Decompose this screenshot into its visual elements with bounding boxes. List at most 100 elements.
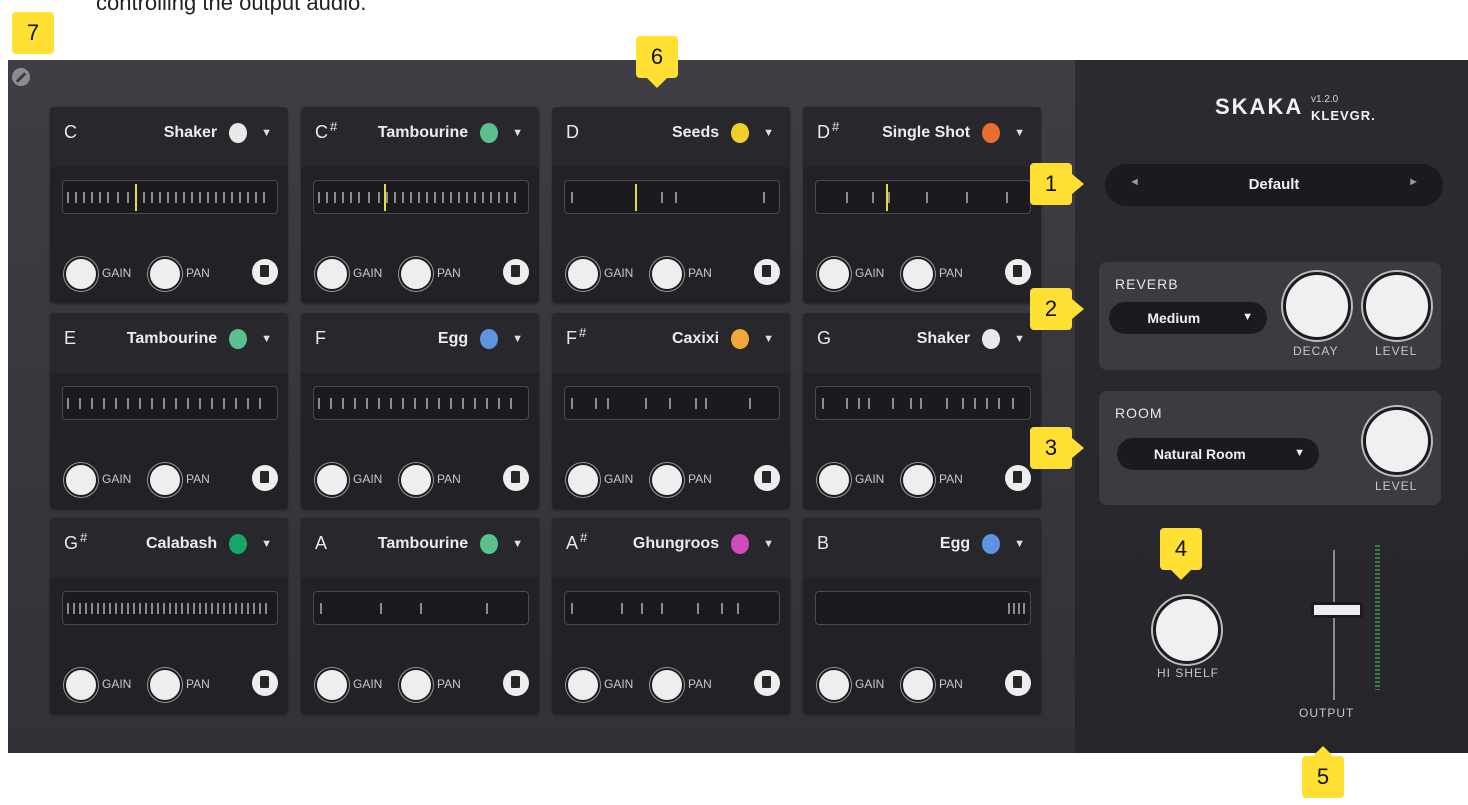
- pad[interactable]: C Shaker ▼ GAIN PAN: [50, 107, 288, 303]
- pad[interactable]: F # Caxixi ▼ GAIN PAN: [552, 313, 790, 509]
- waveform-tick: [73, 603, 75, 614]
- pan-knob[interactable]: [148, 463, 182, 497]
- pan-knob[interactable]: [399, 668, 433, 702]
- bypass-icon[interactable]: [12, 68, 30, 86]
- pad[interactable]: D # Single Shot ▼ GAIN PAN: [803, 107, 1041, 303]
- tambourine-icon: [223, 326, 253, 352]
- decay-knob[interactable]: [1283, 272, 1351, 340]
- waveform-tick: [695, 398, 697, 409]
- pad[interactable]: B Egg ▼ GAIN PAN: [803, 518, 1041, 714]
- room-level-knob[interactable]: [1363, 407, 1431, 475]
- pad[interactable]: G Shaker ▼ GAIN PAN: [803, 313, 1041, 509]
- gain-knob[interactable]: [315, 257, 349, 291]
- waveform-tick: [1008, 603, 1010, 614]
- waveform-tick: [390, 398, 392, 409]
- output-fader-track[interactable]: [1333, 550, 1335, 700]
- gain-knob[interactable]: [566, 257, 600, 291]
- sample-waveform[interactable]: [62, 180, 278, 214]
- instrument-dropdown[interactable]: Tambourine ▼: [378, 531, 523, 557]
- pan-knob[interactable]: [650, 463, 684, 497]
- pad[interactable]: F Egg ▼ GAIN PAN: [301, 313, 539, 509]
- pan-knob[interactable]: [650, 668, 684, 702]
- gain-knob[interactable]: [817, 463, 851, 497]
- sample-browser-icon[interactable]: [1005, 670, 1031, 696]
- sample-browser-icon[interactable]: [754, 465, 780, 491]
- pad[interactable]: G # Calabash ▼ GAIN PAN: [50, 518, 288, 714]
- instrument-dropdown[interactable]: Tambourine ▼: [127, 326, 272, 352]
- waveform-tick: [163, 603, 165, 614]
- pan-knob[interactable]: [901, 668, 935, 702]
- pad[interactable]: E Tambourine ▼ GAIN PAN: [50, 313, 288, 509]
- pan-knob[interactable]: [148, 668, 182, 702]
- reverb-level-knob[interactable]: [1363, 272, 1431, 340]
- pan-knob[interactable]: [901, 257, 935, 291]
- sample-browser-icon[interactable]: [754, 259, 780, 285]
- preset-selector[interactable]: ◄ Default ►: [1105, 164, 1443, 206]
- instrument-dropdown[interactable]: Calabash ▼: [146, 531, 272, 557]
- gain-knob[interactable]: [566, 668, 600, 702]
- gain-knob[interactable]: [817, 668, 851, 702]
- sample-waveform[interactable]: [313, 591, 529, 625]
- sample-browser-icon[interactable]: [1005, 465, 1031, 491]
- instrument-dropdown[interactable]: Shaker ▼: [917, 326, 1025, 352]
- hi-shelf-label: HI SHELF: [1157, 666, 1220, 680]
- sample-waveform[interactable]: [62, 386, 278, 420]
- sample-browser-icon[interactable]: [503, 259, 529, 285]
- sample-waveform[interactable]: [313, 386, 529, 420]
- instrument-dropdown[interactable]: Ghungroos ▼: [633, 531, 774, 557]
- pan-knob[interactable]: [399, 463, 433, 497]
- sample-browser-icon[interactable]: [252, 465, 278, 491]
- pad[interactable]: A # Ghungroos ▼ GAIN PAN: [552, 518, 790, 714]
- waveform-tick: [378, 192, 380, 203]
- output-fader-handle[interactable]: [1311, 602, 1363, 618]
- sample-waveform[interactable]: [564, 591, 780, 625]
- room-mode-dropdown[interactable]: Natural Room ▼: [1117, 438, 1319, 470]
- gain-knob[interactable]: [566, 463, 600, 497]
- waveform-tick: [199, 192, 201, 203]
- waveform-tick: [139, 603, 141, 614]
- note-label: C #: [315, 119, 338, 142]
- sample-browser-icon[interactable]: [252, 259, 278, 285]
- sample-browser-icon[interactable]: [503, 465, 529, 491]
- gain-knob[interactable]: [64, 463, 98, 497]
- sample-browser-icon[interactable]: [252, 670, 278, 696]
- waveform-tick: [498, 398, 500, 409]
- hi-shelf-knob[interactable]: [1153, 596, 1221, 664]
- instrument-dropdown[interactable]: Egg ▼: [940, 531, 1025, 557]
- sample-browser-icon[interactable]: [754, 670, 780, 696]
- sample-browser-icon[interactable]: [503, 670, 529, 696]
- instrument-dropdown[interactable]: Shaker ▼: [164, 120, 272, 146]
- gain-knob[interactable]: [315, 463, 349, 497]
- pan-knob[interactable]: [650, 257, 684, 291]
- instrument-dropdown[interactable]: Seeds ▼: [672, 120, 774, 146]
- sample-waveform[interactable]: [815, 180, 1031, 214]
- instrument-dropdown[interactable]: Tambourine ▼: [378, 120, 523, 146]
- sample-waveform[interactable]: [564, 386, 780, 420]
- sample-waveform[interactable]: [815, 386, 1031, 420]
- pan-knob[interactable]: [901, 463, 935, 497]
- room-title: ROOM: [1115, 405, 1163, 421]
- gain-knob[interactable]: [315, 668, 349, 702]
- instrument-dropdown[interactable]: Caxixi ▼: [672, 326, 774, 352]
- pad[interactable]: A Tambourine ▼ GAIN PAN: [301, 518, 539, 714]
- gain-knob[interactable]: [817, 257, 851, 291]
- waveform-tick: [1023, 603, 1025, 614]
- pan-knob[interactable]: [399, 257, 433, 291]
- sample-waveform[interactable]: [62, 591, 278, 625]
- waveform-tick: [175, 603, 177, 614]
- pan-knob[interactable]: [148, 257, 182, 291]
- instrument-dropdown[interactable]: Egg ▼: [438, 326, 523, 352]
- sample-waveform[interactable]: [313, 180, 529, 214]
- reverb-mode-dropdown[interactable]: Medium ▼: [1109, 302, 1267, 334]
- pad[interactable]: C # Tambourine ▼ GAIN PAN: [301, 107, 539, 303]
- pad[interactable]: D Seeds ▼ GAIN PAN: [552, 107, 790, 303]
- gain-knob[interactable]: [64, 257, 98, 291]
- gain-knob[interactable]: [64, 668, 98, 702]
- waveform-tick: [486, 398, 488, 409]
- pan-label: PAN: [688, 266, 712, 280]
- sample-waveform[interactable]: [564, 180, 780, 214]
- preset-next-icon[interactable]: ►: [1408, 176, 1419, 188]
- sample-browser-icon[interactable]: [1005, 259, 1031, 285]
- sample-waveform[interactable]: [815, 591, 1031, 625]
- instrument-dropdown[interactable]: Single Shot ▼: [882, 120, 1025, 146]
